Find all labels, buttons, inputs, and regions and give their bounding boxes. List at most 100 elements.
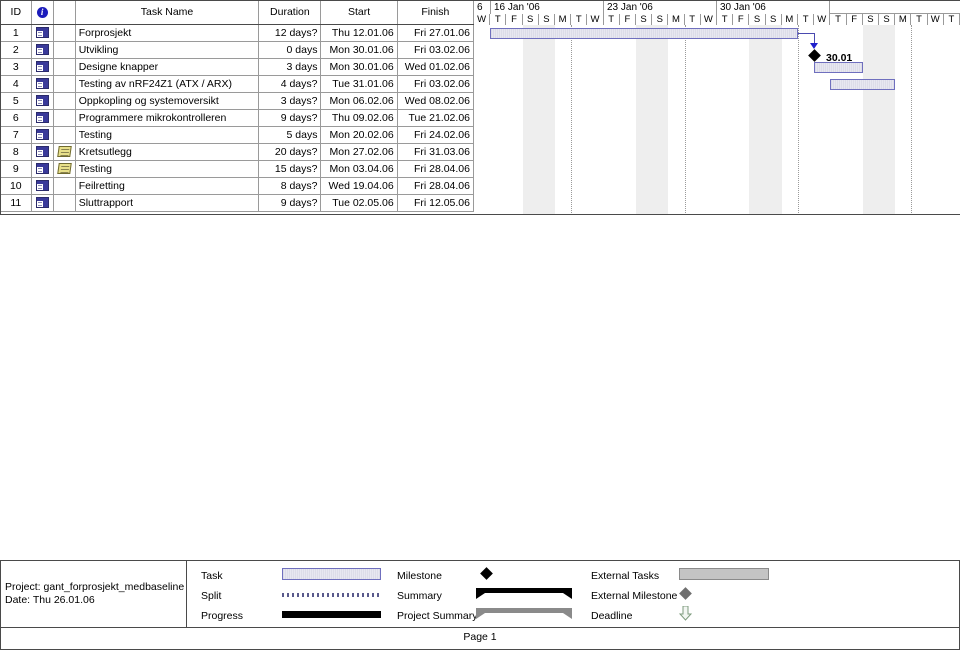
milestone-diamond-icon[interactable] [808,49,821,62]
column-header-start[interactable]: Start [320,1,398,25]
project-summary-bar-top [476,608,572,613]
cell-task-icon [31,92,54,110]
column-header-task-name[interactable]: Task Name [75,1,260,25]
summary-cap-left [476,593,485,599]
column-header-duration[interactable]: Duration [258,1,322,25]
cell-finish: Fri 03.02.06 [397,75,475,93]
cell-id: 2 [1,41,32,59]
table-row[interactable]: 3 Designe knapper 3 days Mon 30.01.06 Wed 01… [1,58,475,76]
gantt-chart-panel: 6 16 Jan '06 23 Jan '06 30 Jan '06 WTFSSMTW… [474,0,960,215]
cell-id: 3 [1,58,32,76]
timeline-day-label: S [749,14,766,25]
cell-task-name: Testing [75,160,260,178]
weekend-shading [522,25,555,214]
page-number: Page 1 [463,631,497,643]
cell-task-name: Testing [75,126,260,144]
table-row[interactable]: 8 Kretsutlegg 20 days? Mon 27.02.06 Fri 31.0… [1,143,475,161]
cell-start: Mon 03.04.06 [320,160,398,178]
cell-task-icon [31,126,54,144]
column-header-id[interactable]: ID [1,1,32,25]
cell-duration: 12 days? [258,24,322,42]
week-gridline [911,25,913,214]
cell-note-icon [53,177,76,195]
table-row[interactable]: 1 Forprosjekt 12 days? Thu 12.01.06 Fri 27.0… [1,24,475,42]
cell-task-name: Oppkopling og systemoversikt [75,92,260,110]
task-icon [35,180,49,192]
note-icon[interactable] [56,163,72,175]
project-date-line: Date: Thu 26.01.06 [5,594,95,606]
table-row[interactable]: 5 Oppkopling og systemoversikt 3 days? Mon … [1,92,475,110]
cell-finish: Fri 03.02.06 [397,41,475,59]
cell-start: Wed 19.04.06 [320,177,398,195]
week-gridline [571,25,573,214]
gantt-plot-area: 30.01 [474,25,960,214]
task-table-body: 1 Forprosjekt 12 days? Thu 12.01.06 Fri 27.0… [1,24,475,212]
timeline-day-label: W [587,14,604,25]
note-icon[interactable] [56,146,72,158]
timeline-day-header: WTFSSMTWTFSSMTWTFSSMTWTFSSMTWT [474,14,960,25]
week-gridline [798,25,799,214]
gantt-chart-page: ID i Task Name Duration Start Finish 1 Fo… [0,0,960,654]
table-row[interactable]: 4 Testing av nRF24Z1 (ATX / ARX) 4 days? Tu… [1,75,475,93]
timeline-day-label: W [700,14,717,25]
cell-duration: 8 days? [258,177,322,195]
cell-task-name: Kretsutlegg [75,143,260,161]
task-icon [35,78,49,90]
cell-start: Mon 06.02.06 [320,92,398,110]
task-table-header: ID i Task Name Duration Start Finish [1,1,475,25]
timeline-day-label: W [814,14,831,25]
cell-id: 8 [1,143,32,161]
timeline-day-label: S [636,14,653,25]
cell-id: 7 [1,126,32,144]
task-icon [35,112,49,124]
cell-note-icon [53,194,76,212]
cell-start: Mon 30.01.06 [320,41,398,59]
legend-swatch-external-tasks [679,568,769,580]
table-row[interactable]: 2 Utvikling 0 days Mon 30.01.06 Fri 03.02.06 [1,41,475,59]
cell-id: 1 [1,24,32,42]
page-footer: Page 1 [0,628,960,650]
weekend-shading [862,25,896,214]
cell-finish: Fri 28.04.06 [397,177,475,195]
cell-start: Mon 20.02.06 [320,126,398,144]
column-header-finish[interactable]: Finish [397,1,475,25]
gantt-task-bar[interactable] [490,28,798,39]
cell-task-name: Sluttrapport [75,194,260,212]
table-row[interactable]: 7 Testing 5 days Mon 20.02.06 Fri 24.02.06 [1,126,475,144]
cell-task-icon [31,177,54,195]
task-icon [35,61,49,73]
summary-cap-right [563,593,572,599]
cell-finish: Fri 12.05.06 [397,194,475,212]
table-row[interactable]: 10 Feilretting 8 days? Wed 19.04.06 Fri 28.0… [1,177,475,195]
legend-label-milestone: Milestone [397,570,442,582]
column-header-indicator[interactable]: i [31,1,54,25]
cell-task-icon [31,143,54,161]
timeline-day-label: S [862,14,879,25]
timeline-day-label: T [717,14,734,25]
cell-task-icon [31,24,54,42]
legend-swatch-deadline [678,605,693,621]
cell-finish: Tue 21.02.06 [397,109,475,127]
cell-start: Mon 30.01.06 [320,58,398,76]
cell-id: 10 [1,177,32,195]
cell-note-icon [53,109,76,127]
legend-swatch-split [282,593,381,597]
table-row[interactable]: 11 Sluttrapport 9 days? Tue 02.05.06 Fri 12.… [1,194,475,212]
table-row[interactable]: 6 Programmere mikrokontrolleren 9 days? Thu… [1,109,475,127]
timeline-week-label: 6 [474,1,491,14]
table-header-row: ID i Task Name Duration Start Finish [1,1,475,25]
cell-start: Thu 12.01.06 [320,24,398,42]
gantt-task-bar[interactable] [830,79,895,90]
cell-note-icon [53,58,76,76]
timeline-day-label: T [911,14,928,25]
legend-swatch-project-summary [476,608,572,619]
timeline-week-header: 6 16 Jan '06 23 Jan '06 30 Jan '06 [474,1,960,14]
table-row[interactable]: 9 Testing 15 days? Mon 03.04.06 Fri 28.04.06 [1,160,475,178]
legend-swatch-task [282,568,381,580]
cell-id: 9 [1,160,32,178]
legend-label-project-summary: Project Summary [397,610,478,622]
timeline-day-label: T [571,14,588,25]
cell-task-icon [31,194,54,212]
task-table: ID i Task Name Duration Start Finish 1 Fo… [1,1,475,212]
legend-swatch-progress [282,611,381,618]
